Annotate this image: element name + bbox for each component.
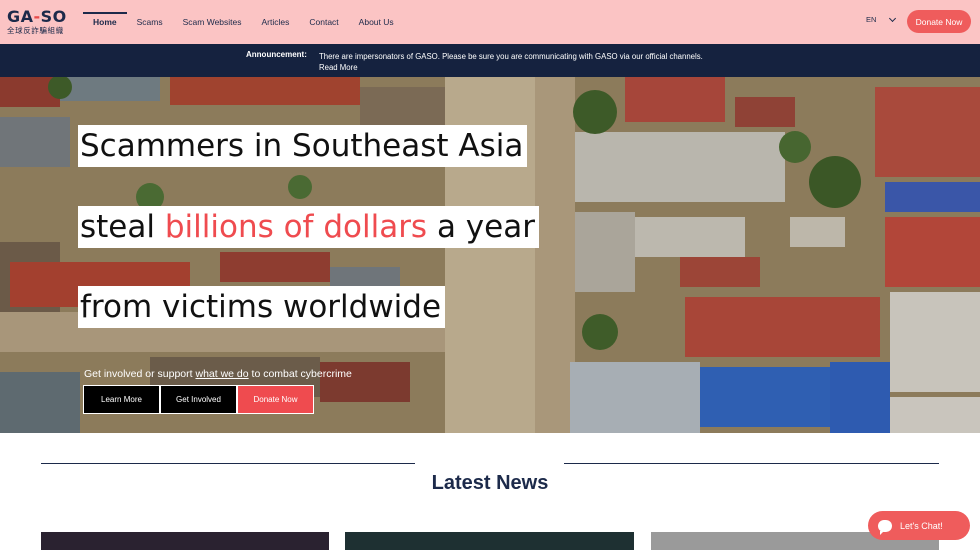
hero-headline-line-2: steal billions of dollars a year [78,206,539,248]
get-involved-button[interactable]: Get Involved [160,385,237,414]
what-we-do-link[interactable]: what we do [195,368,248,380]
main-nav: Home Scams Scam Websites Articles Contac… [83,0,404,44]
latest-news-heading: Latest News [431,472,549,494]
announcement-text: There are impersonators of GASO. Please … [319,51,739,73]
divider-right [564,463,939,464]
divider-left [41,463,415,464]
chevron-down-icon [889,14,897,22]
gaso-logo[interactable]: GA-SO 全球反詐騙組織 [7,8,71,36]
nav-articles[interactable]: Articles [252,0,300,44]
news-card-2[interactable] [345,532,634,550]
language-label: EN [866,15,877,24]
header-donate-button[interactable]: Donate Now [907,10,971,33]
read-more-link[interactable]: Read More [319,62,739,73]
logo-subtitle: 全球反詐騙組織 [7,26,64,35]
language-selector[interactable]: EN [866,14,897,24]
hero-headline-highlight: billions of dollars [164,209,428,245]
nav-home[interactable]: Home [83,0,127,44]
announcement-label: Announcement: [246,50,307,59]
learn-more-button[interactable]: Learn More [83,385,160,414]
news-card-1[interactable] [41,532,329,550]
nav-about-us[interactable]: About Us [349,0,404,44]
logo-wordmark: GA-SO [7,7,67,26]
hero-section: Scammers in Southeast Asia steal billion… [0,77,980,433]
chat-label: Let's Chat! [900,520,943,531]
nav-contact[interactable]: Contact [299,0,348,44]
hero-button-row: Learn More Get Involved Donate Now [83,385,314,414]
hero-subtitle: Get involved or support what we do to co… [84,368,352,380]
nav-scam-websites[interactable]: Scam Websites [173,0,252,44]
hero-headline-line-1: Scammers in Southeast Asia [78,125,528,167]
nav-scams[interactable]: Scams [127,0,173,44]
announcement-bar: Announcement: There are impersonators of… [0,44,980,77]
chat-widget-button[interactable]: Let's Chat! [868,511,970,540]
chat-bubble-icon [878,519,892,535]
announcement-message: There are impersonators of GASO. Please … [319,52,703,61]
hero-donate-button[interactable]: Donate Now [237,385,314,414]
site-header: GA-SO 全球反詐騙組織 Home Scams Scam Websites A… [0,0,980,44]
hero-headline-line-3: from victims worldwide [78,286,446,328]
